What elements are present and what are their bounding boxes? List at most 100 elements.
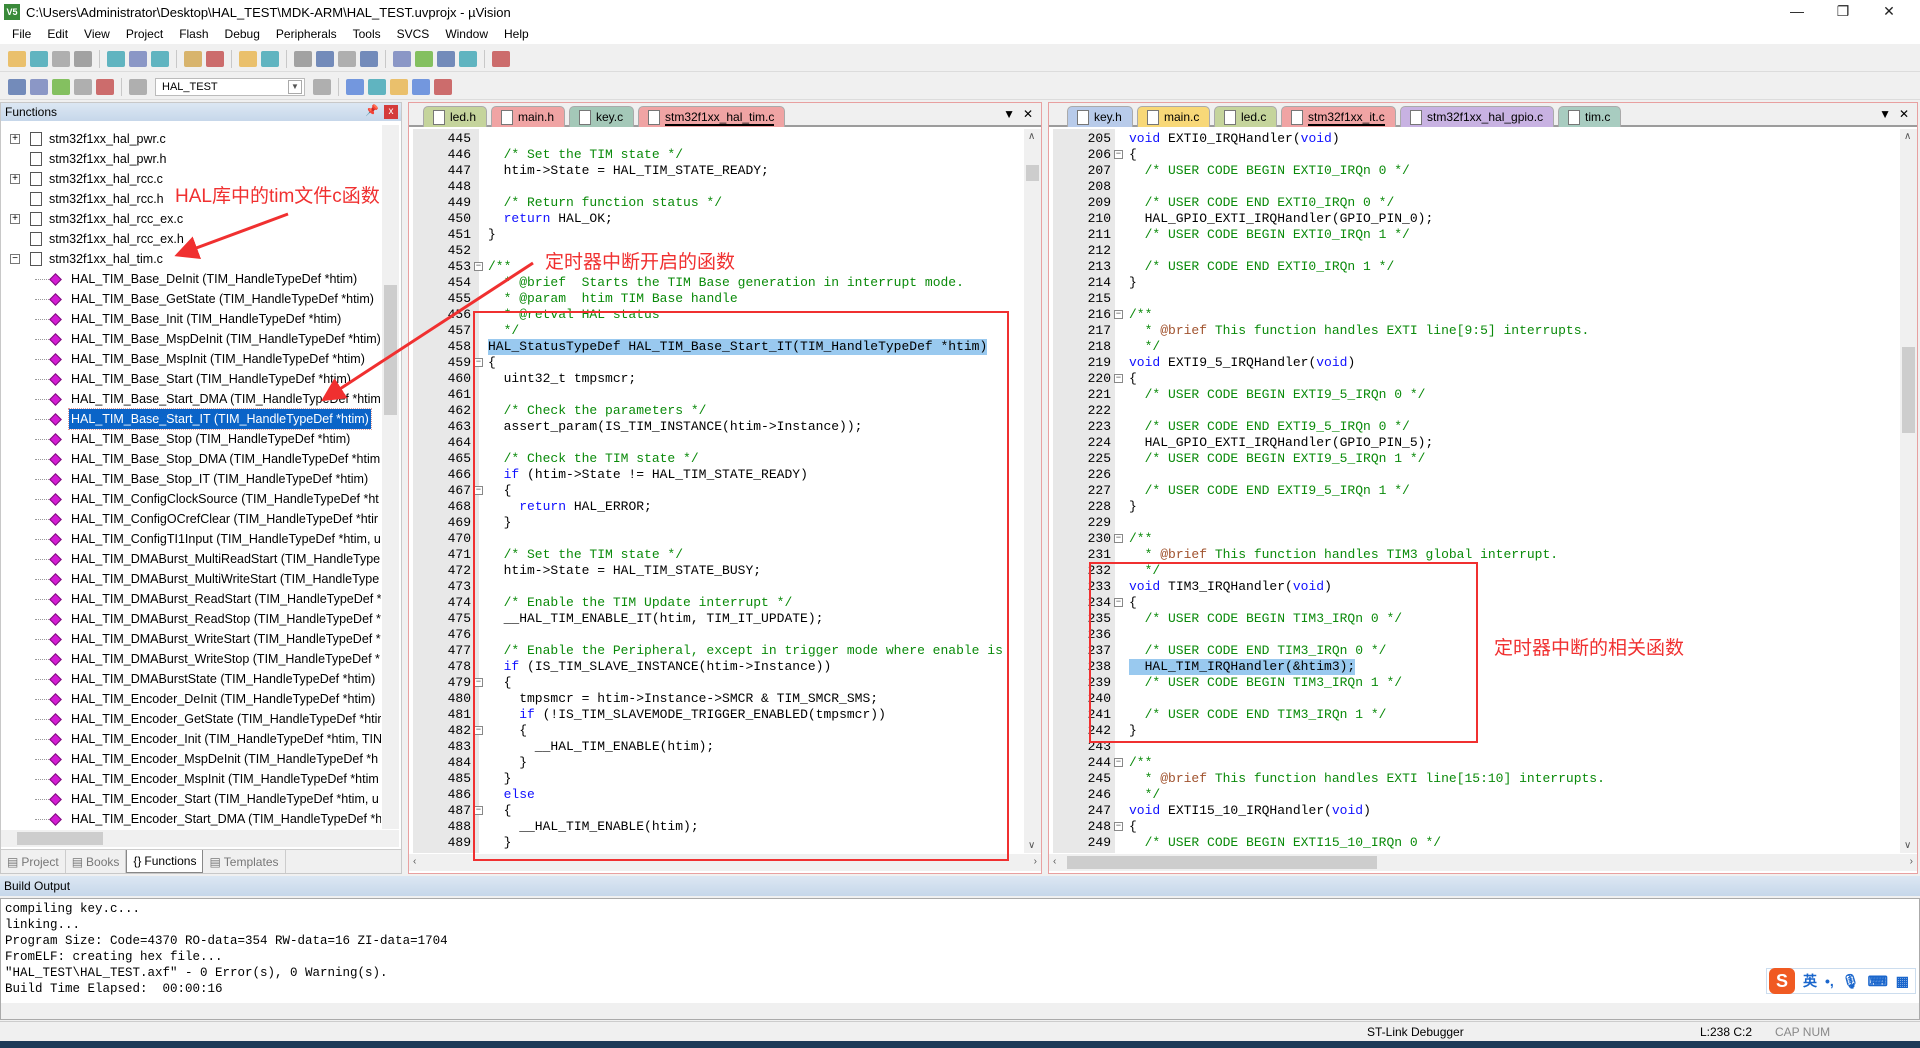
tree-file-item[interactable]: + stm32f1xx_hal_rcc_ex.c [1,209,381,229]
paste-icon[interactable] [151,50,169,67]
tab-functions[interactable]: {} Functions [126,850,204,873]
run-time-env-icon[interactable] [390,78,408,95]
close-panel-button[interactable]: x [384,105,398,119]
expand-toggle-icon[interactable]: − [10,254,20,264]
tree-function-item[interactable]: HAL_TIM_Encoder_Init (TIM_HandleTypeDef … [1,729,381,749]
download-icon[interactable] [129,78,147,95]
menu-edit[interactable]: Edit [39,27,76,41]
menu-debug[interactable]: Debug [217,27,268,41]
scroll-thumb[interactable] [384,285,397,415]
tree-function-item[interactable]: HAL_TIM_Base_DeInit (TIM_HandleTypeDef *… [1,269,381,289]
menu-file[interactable]: File [4,27,39,41]
build-icon[interactable] [30,78,48,95]
tree-function-item[interactable]: HAL_TIM_DMABurst_MultiWriteStart (TIM_Ha… [1,569,381,589]
multi-project-icon[interactable] [368,78,386,95]
fold-toggle-icon[interactable]: − [1114,310,1123,319]
comment-icon[interactable] [437,50,455,67]
nav-forward-icon[interactable] [261,50,279,67]
code-area[interactable]: 205 void EXTI0_IRQHandler(void) 206−{207 /… [1049,129,1917,853]
undo-icon[interactable] [184,50,202,67]
menu-help[interactable]: Help [496,27,537,41]
tab-led-h[interactable]: led.h [423,106,488,127]
stop-build-icon[interactable] [96,78,114,95]
minimize-button[interactable]: — [1774,0,1820,24]
close-tab-icon[interactable]: ✕ [1023,107,1033,121]
fold-toggle-icon[interactable]: − [1114,374,1123,383]
close-tab-icon[interactable]: ✕ [1899,107,1909,121]
build-output-pane[interactable]: compiling key.c... linking... Program Size… [0,898,1920,1020]
menu-project[interactable]: Project [118,27,171,41]
tab-main-c[interactable]: main.c [1137,106,1211,127]
tree-function-item[interactable]: HAL_TIM_Base_Start_DMA (TIM_HandleTypeDe… [1,389,381,409]
ime-toolbar[interactable]: S 英 •, 🎙 ⌨ ▦ [1766,968,1916,994]
new-file-icon[interactable] [8,50,26,67]
uncomment-icon[interactable] [459,50,477,67]
fold-toggle-icon[interactable]: − [1114,822,1123,831]
menu-peripherals[interactable]: Peripherals [268,27,345,41]
tree-function-item[interactable]: HAL_TIM_Base_MspInit (TIM_HandleTypeDef … [1,349,381,369]
tree-file-item[interactable]: − stm32f1xx_hal_tim.c [1,249,381,269]
tree-function-item[interactable]: HAL_TIM_ConfigClockSource (TIM_HandleTyp… [1,489,381,509]
tab-list-dropdown-icon[interactable]: ▼ [1003,107,1015,121]
manage-components-icon[interactable] [346,78,364,95]
next-bookmark-icon[interactable] [338,50,356,67]
indent-icon[interactable] [393,50,411,67]
copy-icon[interactable] [129,50,147,67]
batch-build-icon[interactable] [74,78,92,95]
pin-icon[interactable]: 📌 [365,104,379,117]
save-all-icon[interactable] [74,50,92,67]
editor-vertical-scrollbar[interactable]: ∧ ∨ [1900,129,1917,853]
tree-function-item[interactable]: HAL_TIM_Base_Start_IT (TIM_HandleTypeDef… [1,408,381,430]
tab-templates[interactable]: ▤ Templates [203,850,286,873]
ime-language-toggle[interactable]: 英 [1803,971,1817,991]
nav-back-icon[interactable] [239,50,257,67]
tree-function-item[interactable]: HAL_TIM_Encoder_Start_DMA (TIM_HandleTyp… [1,809,381,829]
menu-svcs[interactable]: SVCS [389,27,438,41]
tree-function-item[interactable]: HAL_TIM_Base_MspDeInit (TIM_HandleTypeDe… [1,329,381,349]
ime-punctuation-toggle[interactable]: •, [1825,973,1834,989]
prev-bookmark-icon[interactable] [316,50,334,67]
scroll-thumb[interactable] [1902,347,1915,433]
find-in-files-icon[interactable] [492,50,510,67]
unindent-icon[interactable] [415,50,433,67]
tree-function-item[interactable]: HAL_TIM_DMABurst_WriteStart (TIM_HandleT… [1,629,381,649]
expand-toggle-icon[interactable]: + [10,174,20,184]
fold-toggle-icon[interactable]: − [1114,150,1123,159]
tab-key-c[interactable]: key.c [569,106,635,127]
tree-function-item[interactable]: HAL_TIM_ConfigTI1Input (TIM_HandleTypeDe… [1,529,381,549]
tree-horizontal-scrollbar[interactable] [1,830,399,847]
microphone-icon[interactable]: 🎙 [1842,973,1860,990]
scroll-thumb[interactable] [1067,856,1377,869]
menu-view[interactable]: View [76,27,118,41]
expand-toggle-icon[interactable]: + [10,134,20,144]
tree-function-item[interactable]: HAL_TIM_DMABurst_ReadStart (TIM_HandleTy… [1,589,381,609]
fold-toggle-icon[interactable]: − [1114,758,1123,767]
tree-function-item[interactable]: HAL_TIM_Encoder_Start (TIM_HandleTypeDef… [1,789,381,809]
tree-file-item[interactable]: stm32f1xx_hal_pwr.h [1,149,381,169]
tree-function-item[interactable]: HAL_TIM_Encoder_DeInit (TIM_HandleTypeDe… [1,689,381,709]
redo-icon[interactable] [206,50,224,67]
cut-icon[interactable] [107,50,125,67]
keyboard-icon[interactable]: ⌨ [1868,973,1888,990]
bookmark-icon[interactable] [294,50,312,67]
tree-function-item[interactable]: HAL_TIM_Base_Stop_IT (TIM_HandleTypeDef … [1,469,381,489]
tab-stm32f1xx-hal-gpio-c[interactable]: stm32f1xx_hal_gpio.c [1400,106,1555,127]
tree-file-item[interactable]: + stm32f1xx_hal_pwr.c [1,129,381,149]
menu-window[interactable]: Window [437,27,496,41]
select-packs-icon[interactable] [434,78,452,95]
target-options-icon[interactable] [313,78,331,95]
tab-books[interactable]: ▤ Books [66,850,127,873]
tab-tim-c[interactable]: tim.c [1558,106,1622,127]
scroll-thumb[interactable] [1026,165,1039,181]
target-select[interactable]: HAL_TEST ▼ [155,77,305,96]
close-button[interactable]: ✕ [1866,0,1912,24]
tab-project[interactable]: ▤ Project [1,850,66,873]
tree-function-item[interactable]: HAL_TIM_DMABurstState (TIM_HandleTypeDef… [1,669,381,689]
tab-list-dropdown-icon[interactable]: ▼ [1879,107,1891,121]
save-icon[interactable] [52,50,70,67]
tree-function-item[interactable]: HAL_TIM_Base_Stop (TIM_HandleTypeDef *ht… [1,429,381,449]
expand-toggle-icon[interactable]: + [10,214,20,224]
tree-function-item[interactable]: HAL_TIM_DMABurst_WriteStop (TIM_HandleTy… [1,649,381,669]
clear-bookmarks-icon[interactable] [360,50,378,67]
tree-function-item[interactable]: HAL_TIM_Base_Init (TIM_HandleTypeDef *ht… [1,309,381,329]
